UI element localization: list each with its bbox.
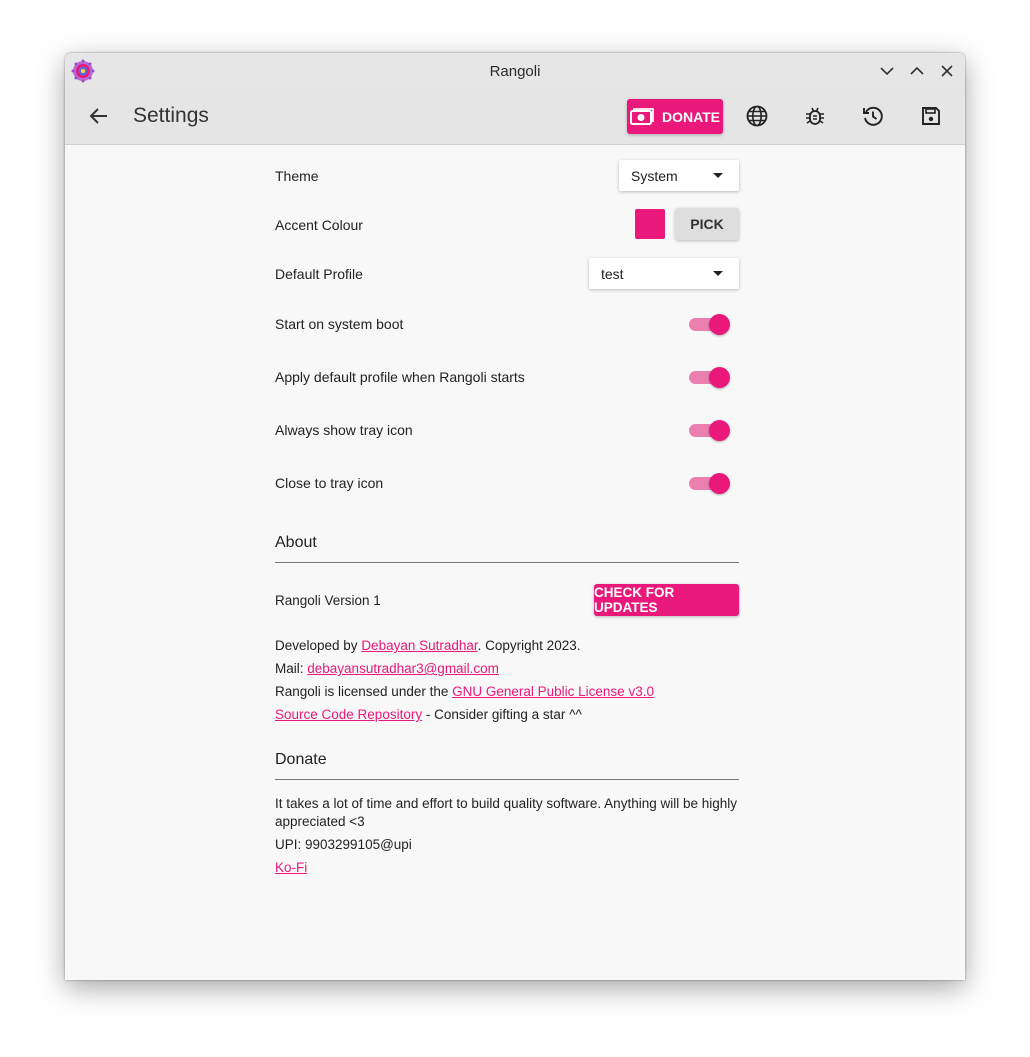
mail-link[interactable]: debayansutradhar3@gmail.com bbox=[307, 661, 499, 676]
start-on-boot-switch[interactable] bbox=[689, 314, 730, 335]
toggle-label: Start on system boot bbox=[275, 316, 404, 332]
theme-select[interactable]: System bbox=[619, 160, 739, 191]
close-icon bbox=[941, 65, 953, 77]
about-heading: About bbox=[275, 534, 317, 551]
window-title: Rangoli bbox=[489, 63, 541, 80]
repo-line: Source Code Repository - Consider giftin… bbox=[275, 707, 582, 722]
history-icon bbox=[863, 106, 883, 126]
back-button[interactable] bbox=[87, 104, 111, 128]
toggle-row: Start on system boot bbox=[275, 314, 739, 335]
arrow-left-icon bbox=[89, 108, 107, 124]
profile-row: Default Profile test bbox=[275, 258, 739, 289]
caret-down-icon bbox=[713, 271, 723, 276]
history-button[interactable] bbox=[861, 104, 885, 128]
mail-line: Mail: debayansutradhar3@gmail.com bbox=[275, 661, 499, 676]
report-bug-button[interactable] bbox=[803, 104, 827, 128]
kofi-line: Ko-Fi bbox=[275, 860, 307, 875]
money-icon bbox=[629, 107, 654, 125]
developer-prefix: Developed by bbox=[275, 638, 362, 653]
toggle-label: Always show tray icon bbox=[275, 422, 413, 438]
upi-text: UPI: 9903299105@upi bbox=[275, 837, 412, 852]
developer-suffix: . Copyright 2023. bbox=[477, 638, 581, 653]
page-title: Settings bbox=[133, 104, 209, 127]
repo-link[interactable]: Source Code Repository bbox=[275, 707, 422, 722]
theme-value: System bbox=[631, 168, 678, 184]
save-icon bbox=[922, 107, 940, 125]
accent-label: Accent Colour bbox=[275, 217, 363, 233]
toggle-label: Apply default profile when Rangoli start… bbox=[275, 369, 525, 385]
license-prefix: Rangoli is licensed under the bbox=[275, 684, 453, 699]
profile-value: test bbox=[601, 266, 624, 282]
apply-default-profile-switch[interactable] bbox=[689, 367, 730, 388]
version-row: Rangoli Version 1 CHECK FOR UPDATES bbox=[275, 584, 739, 616]
repo-suffix: - Consider gifting a star ^^ bbox=[422, 707, 582, 722]
mail-prefix: Mail: bbox=[275, 661, 308, 676]
bug-icon bbox=[806, 107, 824, 125]
app-window: Rangoli Settings DONATE Theme System Acc… bbox=[65, 53, 965, 980]
toggle-row: Close to tray icon bbox=[275, 473, 739, 494]
profile-select[interactable]: test bbox=[589, 258, 739, 289]
donate-label: DONATE bbox=[661, 108, 721, 125]
toggle-row: Always show tray icon bbox=[275, 420, 739, 441]
donate-divider bbox=[275, 779, 739, 780]
license-link[interactable]: GNU General Public License v3.0 bbox=[452, 684, 654, 699]
accent-color-swatch[interactable] bbox=[635, 209, 665, 239]
minimize-button[interactable] bbox=[877, 61, 897, 81]
chevron-down-icon bbox=[880, 67, 894, 76]
save-button[interactable] bbox=[919, 104, 943, 128]
pick-color-button[interactable]: PICK bbox=[675, 208, 739, 240]
donate-text: It takes a lot of time and effort to bui… bbox=[275, 796, 738, 829]
profile-label: Default Profile bbox=[275, 266, 363, 282]
close-to-tray-switch[interactable] bbox=[689, 473, 730, 494]
chevron-up-icon bbox=[910, 66, 924, 75]
check-for-updates-button[interactable]: CHECK FOR UPDATES bbox=[594, 584, 739, 616]
donate-button[interactable]: DONATE bbox=[627, 99, 723, 134]
globe-icon bbox=[746, 105, 768, 127]
developer-link[interactable]: Debayan Sutradhar bbox=[361, 638, 477, 653]
about-divider bbox=[275, 562, 739, 563]
donate-heading: Donate bbox=[275, 751, 327, 768]
maximize-button[interactable] bbox=[907, 61, 927, 81]
app-toolbar: Settings DONATE bbox=[65, 89, 965, 145]
theme-label: Theme bbox=[275, 168, 319, 184]
license-line: Rangoli is licensed under the GNU Genera… bbox=[275, 684, 654, 699]
close-window-button[interactable] bbox=[937, 61, 957, 81]
toggle-row: Apply default profile when Rangoli start… bbox=[275, 367, 739, 388]
toggle-label: Close to tray icon bbox=[275, 475, 384, 491]
accent-row: Accent Colour PICK bbox=[275, 208, 739, 240]
version-text: Rangoli Version 1 bbox=[275, 593, 381, 608]
developer-line: Developed by Debayan Sutradhar. Copyrigh… bbox=[275, 638, 580, 653]
kofi-link[interactable]: Ko-Fi bbox=[275, 860, 307, 875]
caret-down-icon bbox=[713, 173, 723, 178]
language-button[interactable] bbox=[745, 104, 769, 128]
always-show-tray-switch[interactable] bbox=[689, 420, 730, 441]
title-bar: Rangoli bbox=[65, 53, 965, 89]
theme-row: Theme System bbox=[275, 160, 739, 191]
